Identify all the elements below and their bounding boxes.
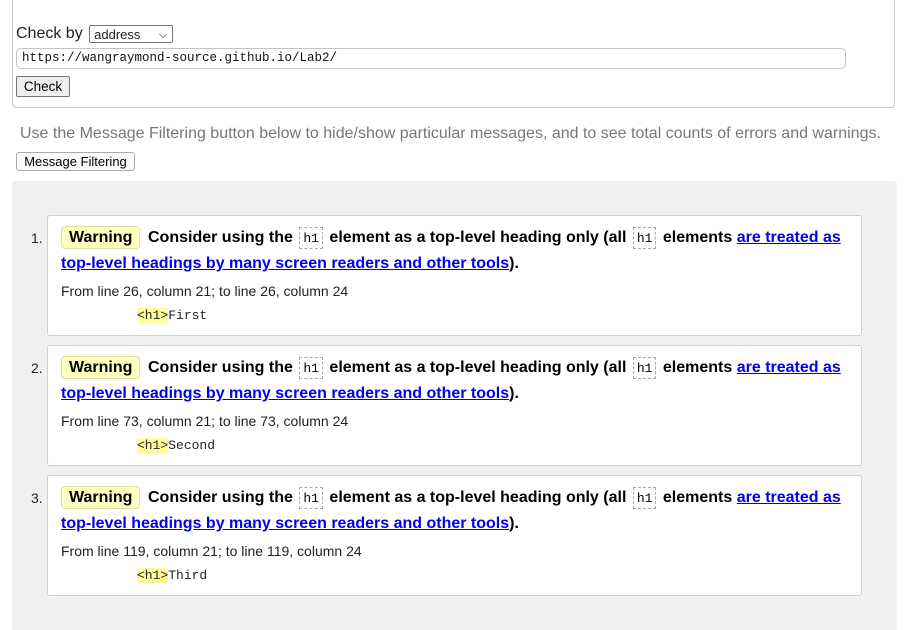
highlighted-tag: <h1> (137, 568, 169, 583)
message-number: 3. (31, 490, 43, 506)
code-h1: h1 (299, 487, 323, 509)
check-by-label: Check by (16, 25, 83, 42)
message-text-part: element as a top-level heading only (all (329, 359, 627, 377)
message-text-part: Consider using the (148, 229, 293, 247)
code-h1: h1 (632, 487, 657, 509)
extract-content: Second (168, 438, 216, 453)
warning-badge: Warning (61, 356, 141, 379)
url-input[interactable]: https://wangraymond-source.github.io/Lab… (16, 48, 846, 69)
message-text-end: ). (509, 255, 519, 272)
check-by-select-value: address (94, 27, 141, 42)
message-text-part: elements (662, 229, 733, 247)
message-text-end: ). (509, 385, 519, 402)
highlighted-tag: <h1> (137, 308, 169, 323)
message-location: From line 26, column 21; to line 26, col… (61, 283, 349, 299)
filter-info-text: Use the Message Filtering button below t… (20, 125, 881, 142)
message-location: From line 119, column 21; to line 119, c… (61, 543, 362, 559)
code-h1: h1 (632, 227, 657, 249)
highlighted-tag: <h1> (137, 438, 169, 453)
screen-readers-link[interactable]: are treated as (737, 489, 841, 506)
screen-readers-link[interactable]: are treated as (737, 229, 841, 246)
screen-readers-link[interactable]: top-level headings by many screen reader… (61, 255, 509, 272)
message-text: Consider using the h1 element as a top-l… (148, 487, 841, 509)
message-text-part: elements (662, 489, 733, 507)
message-filtering-button[interactable]: Message Filtering (16, 152, 135, 171)
source-extract: <h1>First (137, 308, 207, 323)
warning-badge: Warning (61, 226, 141, 249)
message-number: 2. (31, 360, 43, 376)
message-text-line2: top-level headings by many screen reader… (61, 515, 519, 533)
screen-readers-link[interactable]: top-level headings by many screen reader… (61, 385, 509, 402)
message-number: 1. (31, 230, 43, 246)
message-card: Warning Consider using the h1 element as… (47, 345, 862, 466)
chevron-down-icon: ⌵ (158, 29, 168, 41)
message-text-line2: top-level headings by many screen reader… (61, 255, 519, 273)
message-card: Warning Consider using the h1 element as… (47, 475, 862, 596)
message-text-part: element as a top-level heading only (all (329, 229, 627, 247)
screen-readers-link[interactable]: top-level headings by many screen reader… (61, 515, 509, 532)
code-h1: h1 (632, 357, 657, 379)
message-text-line2: top-level headings by many screen reader… (61, 385, 519, 403)
message-text-part: Consider using the (148, 489, 293, 507)
message-text-part: elements (662, 359, 733, 377)
check-by-select[interactable]: address ⌵ (89, 25, 174, 43)
check-by-row: Check by address ⌵ (16, 25, 174, 43)
message-card: Warning Consider using the h1 element as… (47, 215, 862, 336)
screen-readers-link[interactable]: are treated as (737, 359, 841, 376)
message-text: Consider using the h1 element as a top-l… (148, 227, 841, 249)
message-text: Consider using the h1 element as a top-l… (148, 357, 841, 379)
code-h1: h1 (299, 357, 323, 379)
message-text-part: element as a top-level heading only (all (329, 489, 627, 507)
check-button[interactable]: Check (16, 76, 70, 97)
source-extract: <h1>Second (137, 438, 215, 453)
source-extract: <h1>Third (137, 568, 207, 583)
extract-content: First (168, 308, 208, 323)
message-text-part: Consider using the (148, 359, 293, 377)
warning-badge: Warning (61, 486, 141, 509)
code-h1: h1 (299, 227, 323, 249)
message-location: From line 73, column 21; to line 73, col… (61, 413, 349, 429)
extract-content: Third (168, 568, 208, 583)
message-text-end: ). (509, 515, 519, 532)
